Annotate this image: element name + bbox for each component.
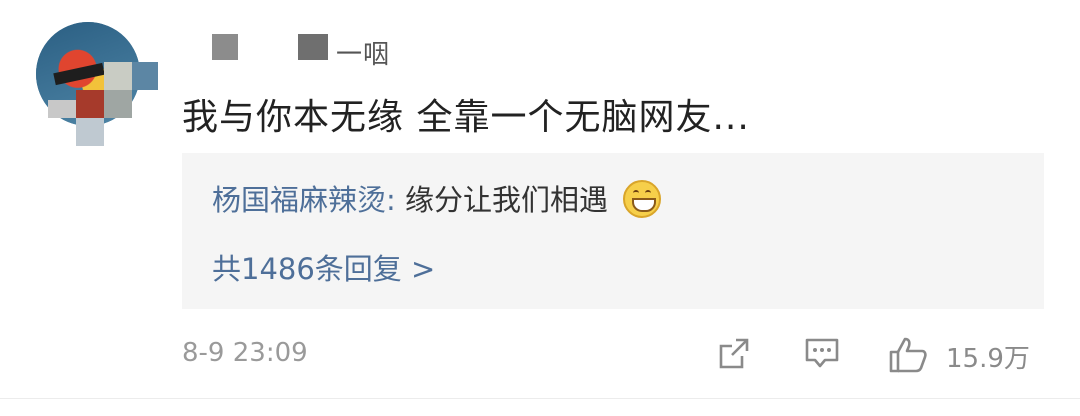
reply-text: 缘分让我们相遇 bbox=[405, 183, 609, 217]
divider bbox=[0, 398, 1080, 399]
mosaic-block bbox=[104, 90, 132, 118]
username[interactable]: 一咽 bbox=[336, 34, 390, 71]
reply-line: 杨国福麻辣烫: 缘分让我们相遇 bbox=[212, 177, 662, 221]
username-redaction bbox=[212, 34, 238, 60]
reply-separator: : bbox=[386, 183, 406, 217]
grin-emoji-icon bbox=[623, 180, 662, 218]
username-redaction bbox=[298, 34, 328, 60]
mosaic-block bbox=[104, 62, 132, 90]
mosaic-block bbox=[132, 62, 158, 90]
like-count: 15.9万 bbox=[946, 344, 1030, 374]
mosaic-block bbox=[76, 90, 104, 118]
more-replies-link[interactable]: 共1486条回复 > bbox=[212, 246, 435, 288]
reply-box[interactable]: 杨国福麻辣烫: 缘分让我们相遇 共1486条回复 > bbox=[182, 153, 1044, 309]
comment-text: 我与你本无缘 全靠一个无脑网友... bbox=[182, 97, 750, 138]
reply-author[interactable]: 杨国福麻辣烫 bbox=[212, 183, 386, 217]
mosaic-block bbox=[76, 118, 104, 146]
thumbs-up-icon[interactable] bbox=[888, 336, 930, 374]
comment-icon[interactable] bbox=[803, 336, 841, 372]
mosaic-block bbox=[48, 100, 76, 118]
share-icon[interactable] bbox=[716, 336, 752, 372]
timestamp: 8-9 23:09 bbox=[182, 338, 308, 368]
